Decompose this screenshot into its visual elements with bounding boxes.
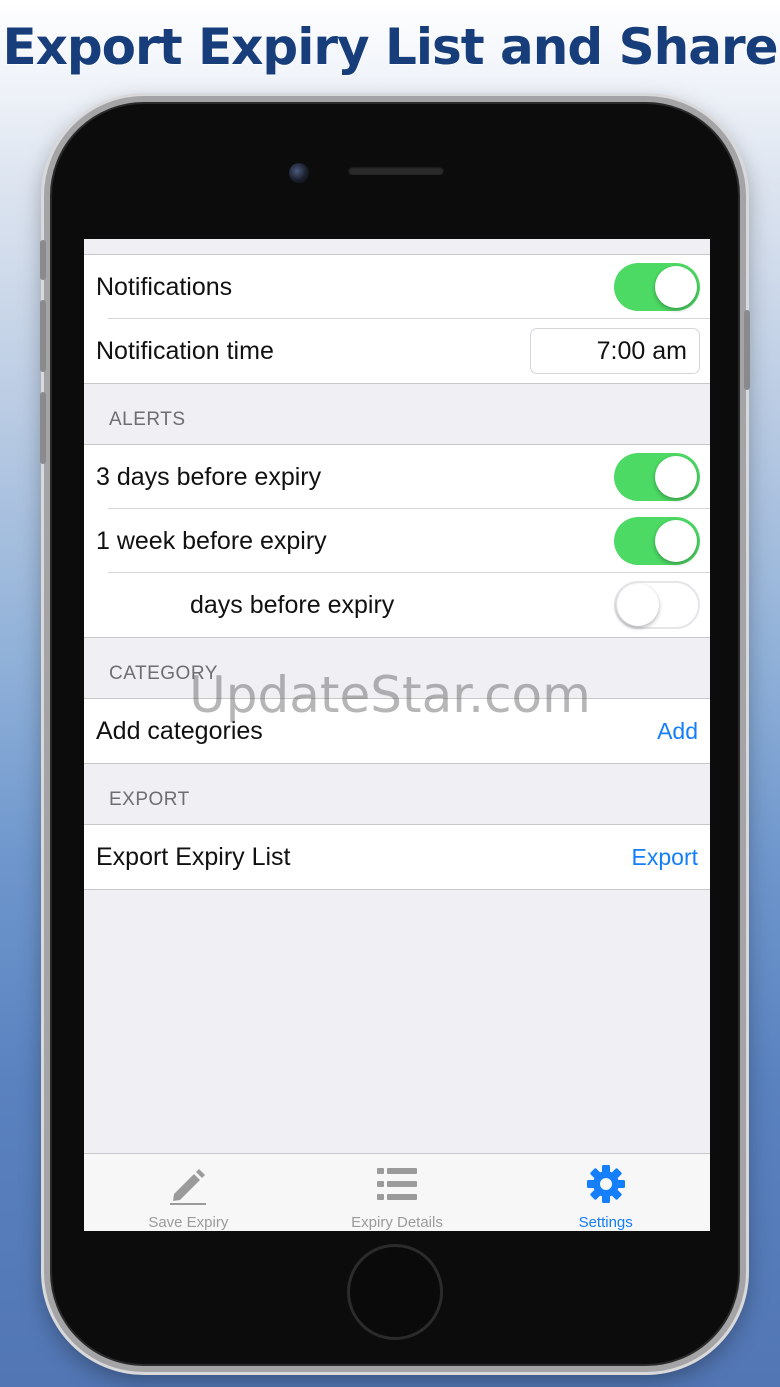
notifications-label: Notifications: [96, 272, 233, 301]
add-categories-row: Add categories Add: [84, 699, 710, 763]
tab-save-expiry-label: Save Expiry: [148, 1214, 229, 1231]
toggle-knob: [617, 584, 659, 626]
add-category-button[interactable]: Add: [657, 718, 700, 745]
alerts-group: 3 days before expiry 1 week before expir…: [84, 445, 710, 638]
alert-custom-days-label: days before expiry: [190, 590, 395, 619]
notification-time-field[interactable]: 7:00 am: [530, 328, 700, 374]
headline: Export Expiry List and Share: [2, 18, 778, 76]
tab-expiry-details-label: Expiry Details: [351, 1214, 443, 1231]
export-list-row: Export Expiry List Export: [84, 825, 710, 889]
front-camera: [289, 163, 309, 183]
category-group: Add categories Add: [84, 699, 710, 764]
alert-3-days-toggle[interactable]: [614, 453, 700, 501]
alert-row-3-days: 3 days before expiry: [84, 445, 710, 509]
notification-time-label: Notification time: [96, 336, 274, 365]
tab-settings-label: Settings: [578, 1214, 633, 1231]
tab-expiry-details[interactable]: Expiry Details: [293, 1154, 502, 1231]
toggle-knob: [655, 266, 697, 308]
alert-1-week-toggle[interactable]: [614, 517, 700, 565]
earpiece-speaker: [348, 166, 444, 175]
export-section-header: EXPORT: [84, 764, 710, 825]
notifications-group: Notifications Notification time 7:00 am: [84, 255, 710, 384]
add-categories-label: Add categories: [96, 716, 263, 745]
pencil-icon: [170, 1169, 207, 1205]
volume-up-button: [40, 300, 46, 372]
list-icon: [377, 1168, 417, 1200]
toggle-knob: [655, 520, 697, 562]
alerts-section-header: ALERTS: [84, 384, 710, 445]
tab-settings[interactable]: Settings: [501, 1154, 710, 1231]
power-button: [744, 310, 750, 390]
export-button[interactable]: Export: [632, 844, 700, 871]
tab-save-expiry[interactable]: Save Expiry: [84, 1154, 293, 1231]
alert-3-days-label: 3 days before expiry: [96, 462, 322, 491]
alert-row-custom-days: days before expiry: [84, 573, 710, 637]
export-group: Export Expiry List Export: [84, 825, 710, 890]
alert-row-1-week: 1 week before expiry: [84, 509, 710, 573]
tab-bar: Save Expiry Expiry Details Settings: [84, 1153, 710, 1231]
status-strip: [84, 239, 710, 255]
alert-custom-days-toggle[interactable]: [614, 581, 700, 629]
export-list-label: Export Expiry List: [96, 842, 291, 871]
notification-time-row: Notification time 7:00 am: [84, 319, 710, 383]
notifications-row: Notifications: [84, 255, 710, 319]
gear-icon: [586, 1165, 625, 1203]
toggle-knob: [655, 456, 697, 498]
volume-down-button: [40, 392, 46, 464]
mute-switch: [40, 240, 46, 280]
home-button[interactable]: [347, 1244, 443, 1340]
category-section-header: CATEGORY: [84, 638, 710, 699]
settings-screen: Notifications Notification time 7:00 am …: [84, 239, 710, 1231]
notifications-toggle[interactable]: [614, 263, 700, 311]
alert-1-week-label: 1 week before expiry: [96, 526, 327, 555]
